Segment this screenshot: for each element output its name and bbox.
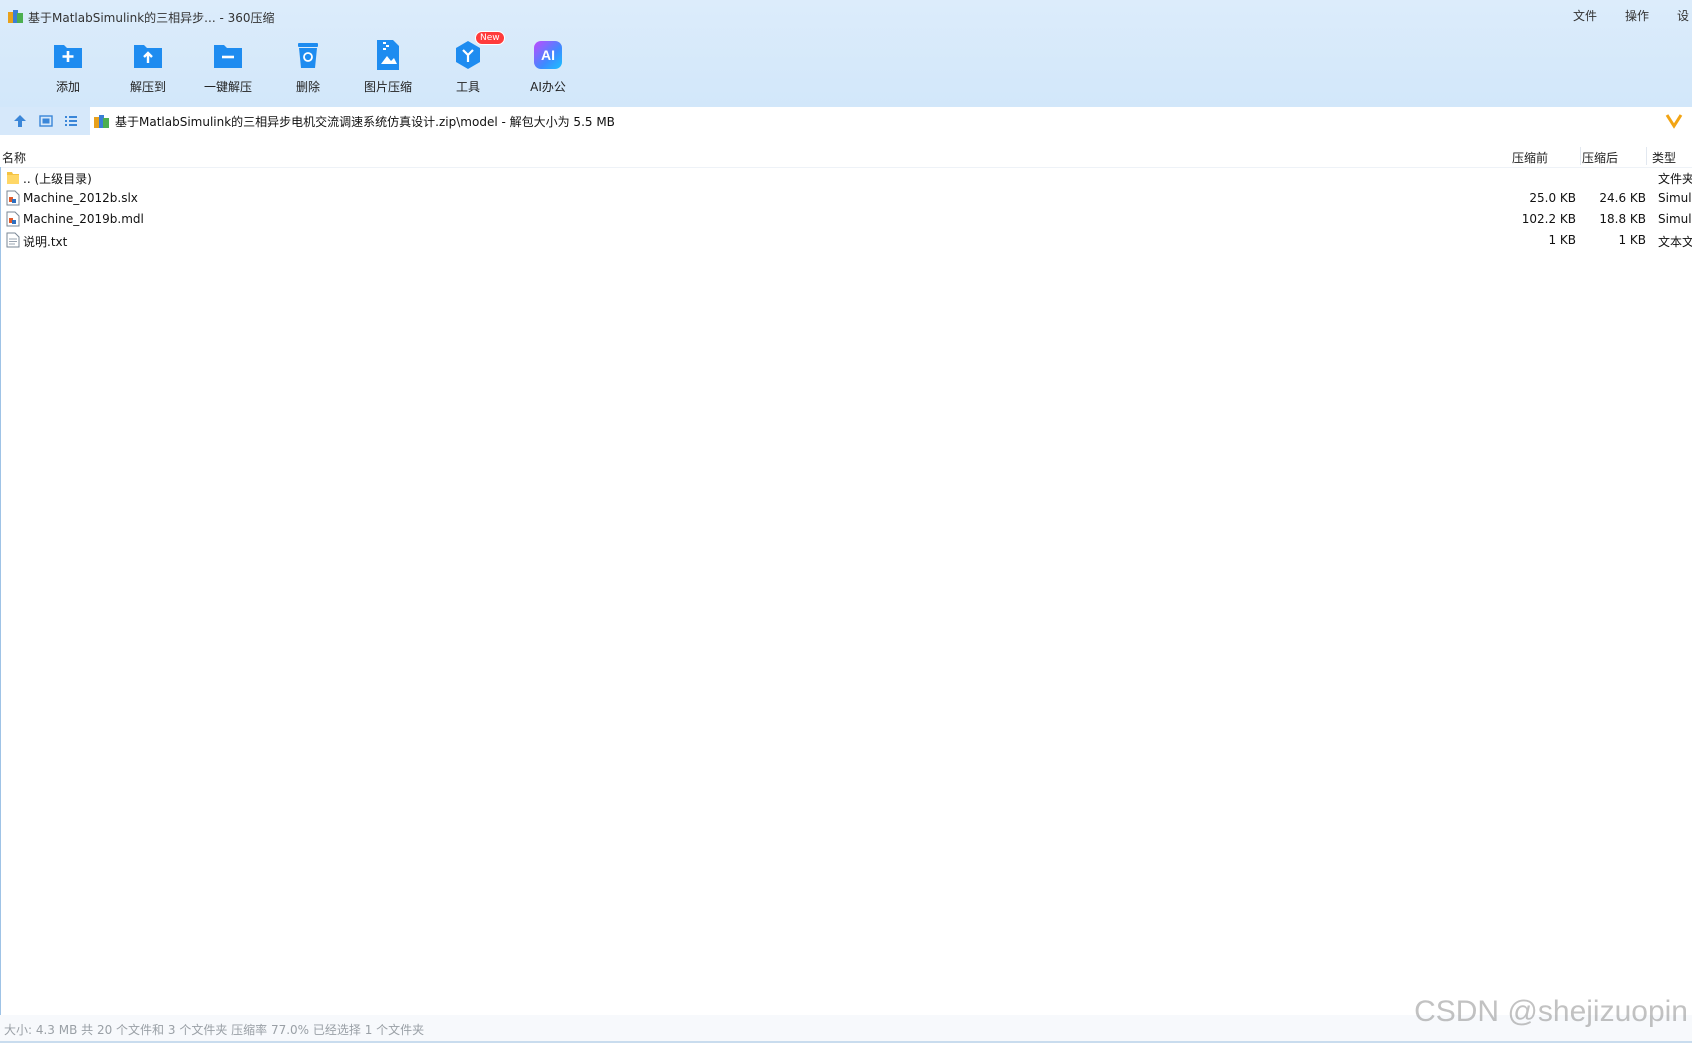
delete-label: 删除 bbox=[295, 80, 320, 94]
file-row[interactable]: 说明.txt 1 KB 1 KB 文本文档 bbox=[0, 230, 1692, 251]
file-row[interactable]: Machine_2012b.slx 25.0 KB 24.6 KB Simuli… bbox=[0, 188, 1692, 209]
status-text: 大小: 4.3 MB 共 20 个文件和 3 个文件夹 压缩率 77.0% 已经… bbox=[4, 1023, 425, 1037]
file-name: 说明.txt bbox=[23, 235, 68, 249]
app-logo-icon bbox=[8, 10, 23, 24]
one-click-extract-label: 一键解压 bbox=[203, 80, 252, 94]
window-title: 基于MatlabSimulink的三相异步... - 360压缩 bbox=[28, 10, 275, 25]
ai-office-button[interactable]: AI AI办公 bbox=[508, 38, 588, 95]
extract-to-label: 解压到 bbox=[129, 80, 166, 94]
archive-icon bbox=[94, 114, 109, 128]
file-name: Machine_2012b.slx bbox=[23, 191, 138, 205]
simulink-file-icon bbox=[6, 190, 20, 206]
file-type: 文件夹 bbox=[1658, 172, 1692, 186]
folder-icon bbox=[6, 169, 20, 185]
file-row-parent[interactable]: .. (上级目录) 文件夹 bbox=[0, 167, 1692, 188]
one-click-extract-icon bbox=[211, 38, 245, 72]
column-after[interactable]: 压缩后 bbox=[1582, 149, 1618, 166]
menu-operation[interactable]: 操作 bbox=[1625, 7, 1649, 24]
column-divider[interactable] bbox=[1646, 147, 1647, 165]
chevron-down-icon[interactable] bbox=[1664, 111, 1684, 132]
title-bar: 基于MatlabSimulink的三相异步... - 360压缩 文件 操作 设… bbox=[0, 0, 1692, 107]
ai-icon-text: AI bbox=[534, 41, 562, 69]
list-view-icon[interactable] bbox=[63, 113, 79, 129]
file-after: 24.6 KB bbox=[1599, 191, 1646, 205]
tools-label: 工具 bbox=[455, 80, 480, 94]
delete-button[interactable]: 删除 bbox=[268, 38, 348, 95]
simulink-file-icon bbox=[6, 211, 20, 227]
add-button[interactable]: 添加 bbox=[28, 38, 108, 95]
add-label: 添加 bbox=[55, 80, 80, 94]
ai-office-icon: AI bbox=[531, 38, 565, 72]
new-badge: New bbox=[475, 31, 505, 45]
thumbnail-view-icon[interactable] bbox=[38, 113, 54, 129]
file-after: 18.8 KB bbox=[1599, 212, 1646, 226]
watermark: CSDN @shejizuopin bbox=[1414, 995, 1688, 1028]
image-compress-label: 图片压缩 bbox=[363, 80, 412, 94]
menu-settings[interactable]: 设 bbox=[1677, 7, 1689, 24]
column-header: 名称 压缩前 压缩后 类型 bbox=[0, 145, 1692, 168]
column-type[interactable]: 类型 bbox=[1652, 149, 1676, 166]
file-name: .. (上级目录) bbox=[23, 172, 92, 186]
extract-to-button[interactable]: 解压到 bbox=[108, 38, 188, 95]
archive-path: 基于MatlabSimulink的三相异步电机交流调速系统仿真设计.zip\mo… bbox=[115, 114, 615, 129]
file-after: 1 KB bbox=[1618, 233, 1646, 247]
file-type: 文本文档 bbox=[1658, 235, 1692, 249]
ai-office-label: AI办公 bbox=[530, 80, 566, 94]
up-arrow-icon[interactable] bbox=[12, 113, 28, 129]
column-divider[interactable] bbox=[1580, 147, 1581, 165]
file-type: Simulink bbox=[1658, 191, 1692, 205]
file-type: Simulink bbox=[1658, 212, 1692, 226]
address-bar[interactable]: 基于MatlabSimulink的三相异步电机交流调速系统仿真设计.zip\mo… bbox=[90, 107, 1692, 135]
file-row[interactable]: Machine_2019b.mdl 102.2 KB 18.8 KB Simul… bbox=[0, 209, 1692, 230]
image-compress-button[interactable]: 图片压缩 bbox=[348, 38, 428, 95]
extract-to-icon bbox=[131, 38, 165, 72]
image-compress-icon bbox=[371, 38, 405, 72]
tools-button[interactable]: New 工具 bbox=[428, 31, 508, 95]
text-file-icon bbox=[6, 232, 20, 248]
toolbar: 添加 解压到 一键解压 删除 图片压缩 New 工具 AI AI办公 bbox=[28, 31, 588, 95]
add-icon bbox=[51, 38, 85, 72]
one-click-extract-button[interactable]: 一键解压 bbox=[188, 38, 268, 95]
column-name[interactable]: 名称 bbox=[2, 149, 26, 166]
column-before[interactable]: 压缩前 bbox=[1512, 149, 1548, 166]
menu-file[interactable]: 文件 bbox=[1573, 7, 1597, 24]
list-border bbox=[0, 167, 1, 1015]
file-name: Machine_2019b.mdl bbox=[23, 212, 144, 226]
delete-icon bbox=[291, 38, 325, 72]
